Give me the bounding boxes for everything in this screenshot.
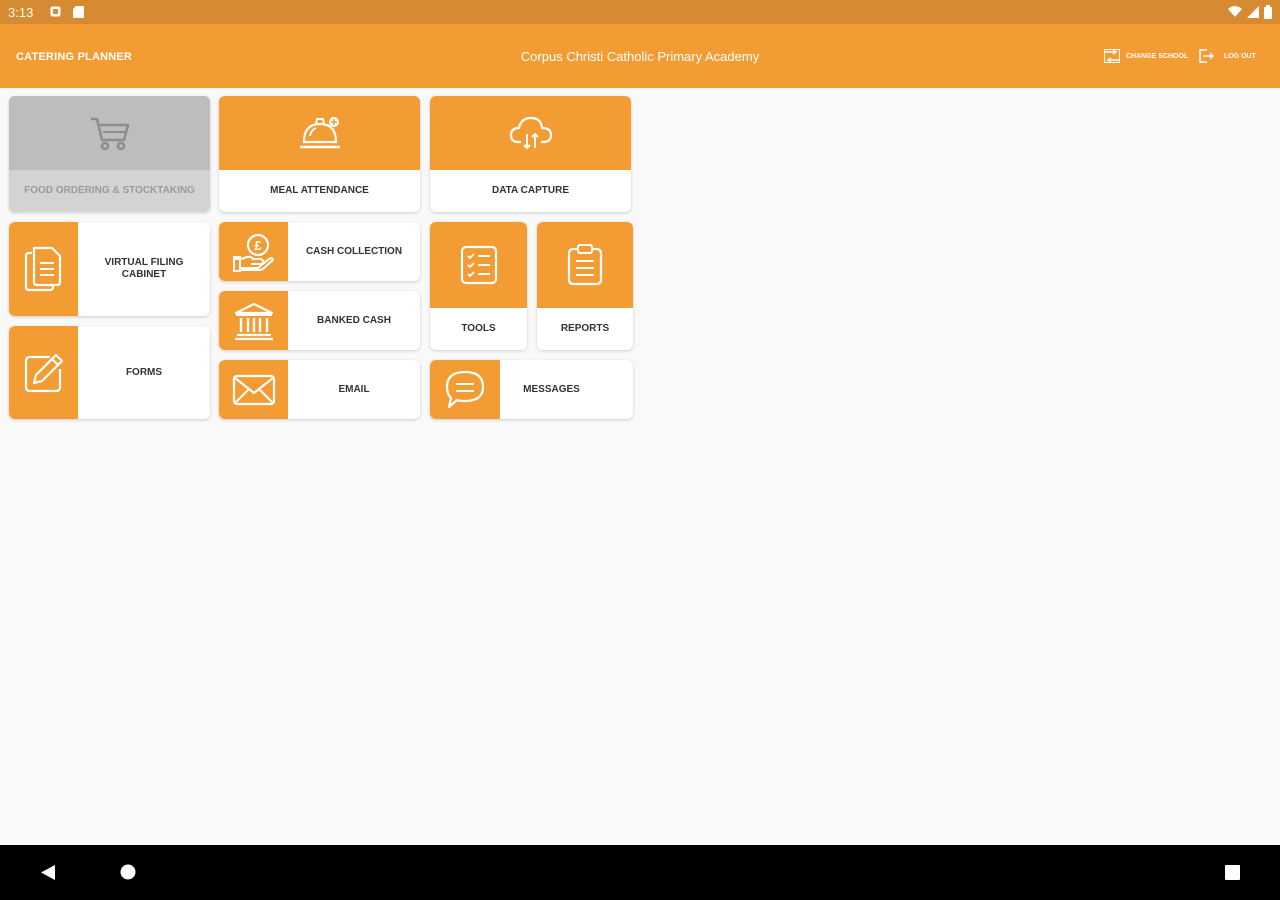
log-out-label: LOG OUT (1224, 52, 1256, 60)
tile-messages[interactable]: MESSAGES (430, 360, 633, 419)
tile-label: FORMS (125, 366, 163, 378)
tile-forms[interactable]: FORMS (9, 326, 210, 419)
tile-cash-collection[interactable]: £ CASH COLLECTION (219, 222, 420, 281)
status-bar: 3:13 (0, 0, 1280, 24)
tile-label: EMAIL (338, 383, 370, 395)
sd-card-icon (73, 6, 84, 18)
envelope-icon (232, 374, 275, 405)
navigation-bar (0, 845, 1280, 900)
hand-coin-icon: £ (232, 233, 274, 272)
wifi-icon (1228, 6, 1242, 17)
clipboard-icon (567, 244, 603, 286)
tile-reports[interactable]: REPORTS (537, 222, 633, 350)
tile-label: FOOD ORDERING & STOCKTAKING (24, 185, 195, 196)
tile-icon-area (9, 326, 78, 419)
edit-icon (24, 353, 63, 392)
status-time: 3:13 (8, 5, 34, 20)
home-icon[interactable] (120, 864, 136, 880)
shopping-cart-icon (90, 117, 129, 151)
tile-label: VIRTUAL FILING CABINET (104, 257, 184, 280)
tile-icon-area (9, 96, 210, 170)
tile-food-ordering[interactable]: FOOD ORDERING & STOCKTAKING (9, 96, 210, 212)
tile-icon-area (430, 96, 631, 170)
tile-meal-attendance[interactable]: MEAL ATTENDANCE (219, 96, 420, 212)
change-school-button[interactable]: CHANGE SCHOOL (1104, 46, 1188, 66)
tile-icon-area (537, 222, 633, 308)
service-bell-icon (299, 117, 340, 149)
log-out-button[interactable]: LOG OUT (1198, 46, 1256, 66)
tile-icon-area (430, 222, 527, 308)
tile-data-capture[interactable]: DATA CAPTURE (430, 96, 631, 212)
tile-icon-area (219, 291, 288, 350)
tile-label: REPORTS (560, 323, 610, 334)
tile-label: MEAL ATTENDANCE (270, 185, 369, 196)
back-icon[interactable] (40, 864, 56, 881)
battery-icon (1264, 5, 1272, 19)
tile-virtual-filing-cabinet[interactable]: VIRTUAL FILING CABINET (9, 222, 210, 316)
notification-icon (50, 6, 61, 17)
tile-label: BANKED CASH (317, 314, 391, 326)
signal-icon (1247, 6, 1259, 18)
tile-icon-area (219, 96, 420, 170)
log-out-icon (1199, 49, 1214, 63)
tile-label: DATA CAPTURE (491, 185, 570, 196)
tile-icon-area (9, 222, 78, 316)
change-school-icon (1104, 49, 1120, 63)
chat-bubble-icon (445, 370, 485, 408)
tile-tools[interactable]: TOOLS (430, 222, 527, 350)
tile-icon-area (430, 360, 500, 419)
tile-label: CASH COLLECTION (305, 245, 403, 257)
tile-icon-area: £ (219, 222, 288, 281)
cloud-sync-icon (509, 116, 552, 150)
svg-text:£: £ (254, 238, 262, 253)
tile-icon-area (219, 360, 288, 419)
checklist-icon (460, 245, 497, 285)
tile-email[interactable]: EMAIL (219, 360, 420, 419)
tile-label: MESSAGES (523, 383, 580, 395)
tile-label: TOOLS (461, 323, 496, 334)
app-bar: CATERING PLANNER Corpus Christi Catholic… (0, 24, 1280, 88)
tile-banked-cash[interactable]: BANKED CASH (219, 291, 420, 350)
documents-icon (24, 246, 61, 292)
change-school-label: CHANGE SCHOOL (1126, 52, 1189, 60)
bank-icon (234, 302, 273, 340)
recents-icon[interactable] (1225, 865, 1240, 880)
school-name: Corpus Christi Catholic Primary Academy (520, 49, 760, 64)
